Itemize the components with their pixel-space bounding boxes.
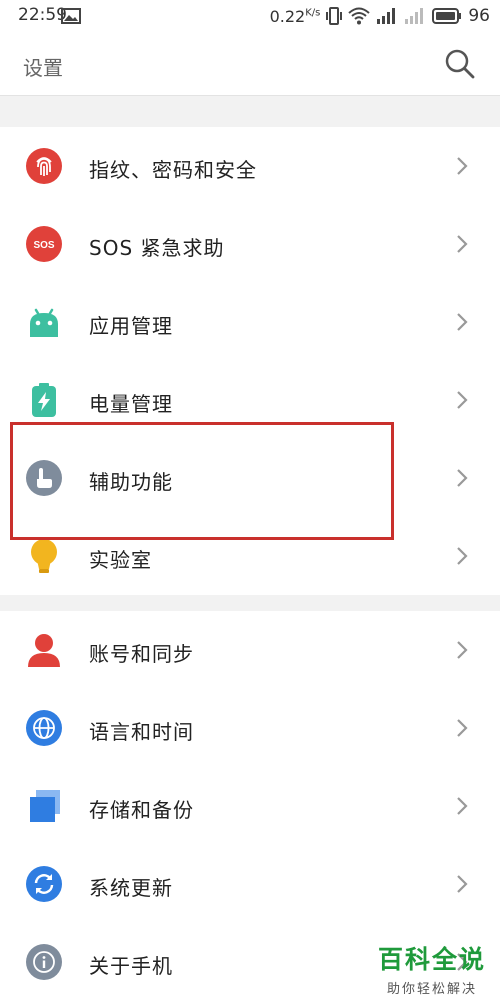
app-bar: 设置 [0,32,500,96]
fingerprint-icon [26,148,62,184]
settings-item-storage-backup[interactable]: 存储和备份 [0,767,500,845]
settings-item-label: SOS 紧急求助 [89,236,225,260]
refresh-icon [26,866,62,902]
battery-status-icon [432,8,462,24]
chevron-right-icon [457,875,468,893]
android-icon [30,308,58,337]
page-title: 设置 [23,56,63,80]
net-speed-unit: K/s [305,7,321,19]
settings-item-label: 存储和备份 [89,798,194,822]
battery-icon [32,383,56,417]
globe-icon [26,710,62,746]
settings-item-account-sync[interactable]: 账号和同步 [0,611,500,689]
chevron-right-icon [457,547,468,565]
net-speed: 0.22K/s [269,6,321,26]
settings-item-apps[interactable]: 应用管理 [0,283,500,361]
settings-item-security[interactable]: 指纹、密码和安全 [0,127,500,205]
chevron-right-icon [457,469,468,487]
section-divider [0,97,500,127]
signal-icon [377,8,396,24]
highlight-box [10,422,394,540]
settings-item-label: 系统更新 [89,876,173,900]
settings-item-label: 指纹、密码和安全 [89,158,257,182]
status-bar: 22:59 0.22K/s 96 [0,0,500,32]
sos-icon: SOS [26,226,62,262]
vibrate-icon [326,7,343,25]
chevron-right-icon [457,313,468,331]
user-icon [28,634,60,667]
chevron-right-icon [457,719,468,737]
info-icon [26,944,62,980]
settings-item-label: 账号和同步 [89,642,194,666]
status-time: 22:59 [18,5,67,25]
svg-text:SOS: SOS [33,240,54,251]
watermark: 百科全说 助你轻松解决 [378,940,486,997]
chevron-right-icon [457,157,468,175]
wifi-icon [348,7,371,25]
signal-2-icon [405,8,424,24]
settings-item-label: 实验室 [89,548,152,572]
chevron-right-icon [457,235,468,253]
search-icon[interactable] [444,48,476,80]
watermark-brand: 百科全说 [377,945,486,974]
settings-item-language-time[interactable]: 语言和时间 [0,689,500,767]
settings-item-label: 语言和时间 [89,720,194,744]
settings-item-system-update[interactable]: 系统更新 [0,845,500,923]
watermark-tagline: 助你轻松解决 [386,982,477,997]
settings-item-sos[interactable]: SOS SOS 紧急求助 [0,205,500,283]
chevron-right-icon [457,797,468,815]
settings-item-label: 应用管理 [89,314,173,338]
battery-level: 96 [468,6,490,26]
chevron-right-icon [457,391,468,409]
bulb-icon [31,539,57,573]
chevron-right-icon [457,641,468,659]
settings-item-label: 关于手机 [89,954,173,978]
settings-item-label: 电量管理 [89,392,173,416]
section-divider [0,595,500,611]
gallery-notification-icon [61,8,81,24]
storage-icon [30,790,60,822]
